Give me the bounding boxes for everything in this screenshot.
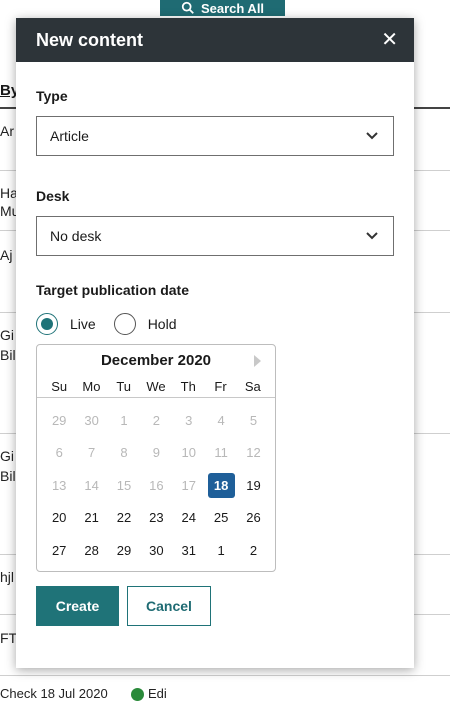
row-text: Ar [0,123,14,139]
calendar-day: 5 [249,412,258,428]
radio-hold-circle[interactable] [113,313,136,335]
status-dot-icon [131,688,145,701]
calendar-day: 13 [51,477,67,493]
radio-hold[interactable]: Hold [113,313,177,335]
calendar-day: 11 [214,445,228,461]
calendar-day: 3 [185,412,193,428]
calendar-day: 1 [120,412,128,428]
calendar-day-grid: 29 30 1 2 3 4 5 6 7 8 9 10 11 12 13 14 15 16 17 18 19 20 21 22 2… [37,398,275,567]
new-content-dialog: New content ✕ Type Article Desk No desk … [16,18,414,668]
type-label: Type [36,88,68,104]
radio-live-label: Live [70,316,96,332]
row-text: hjl [0,569,15,585]
selected-day-label: 18 [207,472,235,498]
dialog-title: New content [36,29,144,50]
type-select-value: Article [50,128,89,144]
search-all-button[interactable]: Search All [160,0,285,16]
calendar-day[interactable]: 2 [237,534,269,567]
radio-selected-dot [41,318,53,330]
calendar-day[interactable]: 25 [205,502,237,535]
chevron-down-icon [366,132,378,140]
calendar-day[interactable]: 31 [173,534,205,567]
calendar-day[interactable]: 21 [75,502,107,535]
calendar-day: 7 [87,445,96,461]
calendar-day[interactable]: 24 [173,502,205,535]
search-all-label: Search All [200,0,265,16]
weekday-label: Tu [116,378,132,394]
calendar-day: 8 [120,445,128,461]
calendar-month-title: December 2020 [100,351,212,369]
calendar-day: 10 [181,445,196,461]
calendar-day: 6 [55,445,63,461]
calendar-day[interactable]: 20 [43,502,75,535]
calendar-day: 2 [152,412,160,428]
radio-hold-label: Hold [147,316,177,332]
calendar-day[interactable]: 1 [205,534,237,567]
date-picker-calendar: December 2020 Su Mo Tu We Th Fr Sa 29 30 1 2 3 4 5 6 7… [36,344,276,572]
desk-select-value: No desk [50,228,102,244]
calendar-header: December 2020 [37,345,275,375]
row-text: Gi [0,448,14,464]
calendar-day[interactable]: 27 [43,534,75,567]
calendar-day[interactable]: 22 [108,502,140,535]
row-text: FT [0,630,18,646]
calendar-day: 14 [84,477,99,493]
weekday-label: Su [51,378,68,394]
calendar-day: 4 [217,412,225,428]
calendar-day: 30 [84,412,99,428]
next-month-icon[interactable] [254,355,261,367]
calendar-day: 16 [149,477,164,493]
weekday-label: Th [180,378,196,394]
dialog-header: New content ✕ [16,18,414,62]
calendar-day: 17 [181,477,196,493]
calendar-day: 29 [51,412,67,428]
target-date-label: Target publication date [36,282,189,298]
weekday-header-row: Su Mo Tu We Th Fr Sa [37,375,275,398]
search-icon [181,1,194,14]
row-divider [0,675,450,676]
weekday-label: Fr [214,378,227,394]
chevron-down-icon [366,232,378,240]
dialog-actions: Create Cancel [36,585,394,626]
dialog-body: Type Article Desk No desk Target publica… [16,88,414,626]
type-select[interactable]: Article [36,116,394,156]
calendar-day[interactable]: 28 [75,534,107,567]
calendar-day[interactable]: 29 [108,534,140,567]
calendar-day[interactable]: 30 [140,534,172,567]
calendar-day[interactable]: 19 [237,469,269,502]
calendar-day-selected[interactable]: 18 [205,469,237,502]
row-text: Aj [0,247,13,263]
calendar-day: 12 [246,445,261,461]
weekday-label: Sa [244,378,261,394]
radio-live[interactable]: Live [36,313,96,335]
desk-select[interactable]: No desk [36,216,394,256]
calendar-day[interactable]: 23 [140,502,172,535]
weekday-label: We [146,378,166,394]
row-text: Bil [0,468,16,484]
cancel-button[interactable]: Cancel [127,585,211,626]
desk-label: Desk [36,188,70,204]
radio-live-circle[interactable] [36,313,58,335]
close-icon[interactable]: ✕ [381,30,398,50]
row-text: Bil [0,347,16,363]
row-text: Gi [0,327,14,343]
calendar-day: 15 [116,477,132,493]
calendar-day: 9 [152,445,160,461]
publication-mode-radio-group: Live Hold [36,312,394,336]
calendar-day[interactable]: 26 [237,502,269,535]
create-button[interactable]: Create [36,585,119,626]
weekday-label: Mo [82,378,101,394]
